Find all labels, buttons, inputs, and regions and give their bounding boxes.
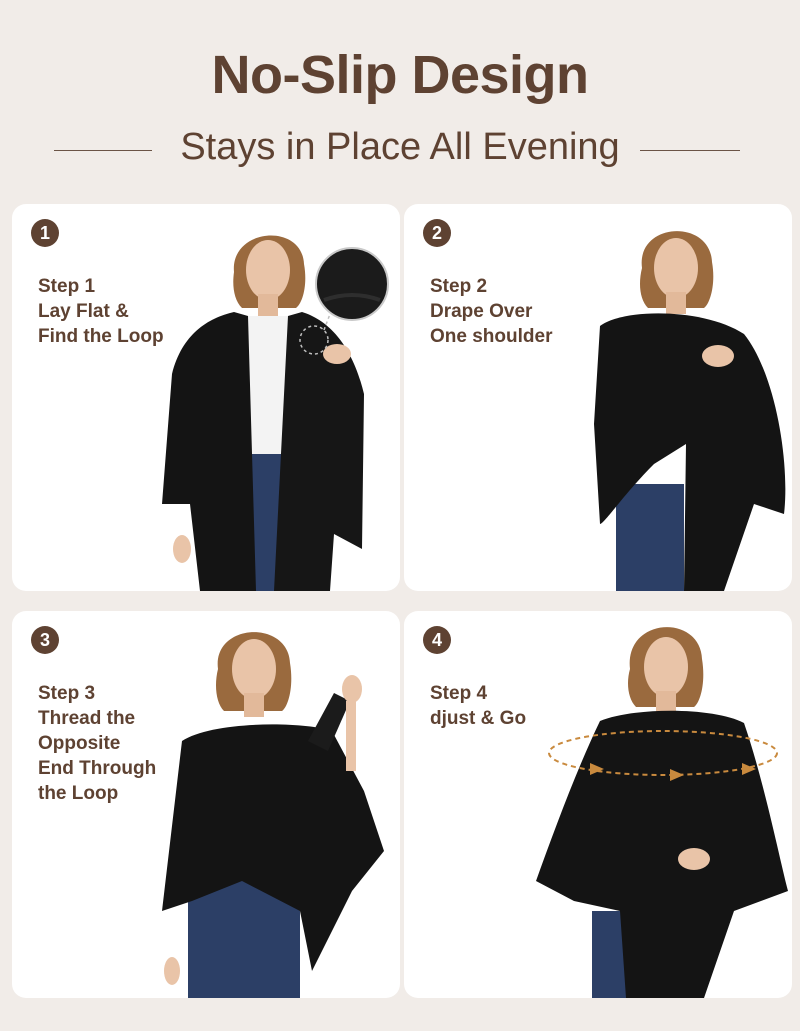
step-line: End Through [38, 758, 157, 779]
step-label: Step 2 [430, 276, 488, 297]
step-line: Thread the [38, 708, 136, 729]
subtitle-row: Stays in Place All Evening [0, 126, 800, 176]
step-line: the Loop [38, 783, 119, 804]
step-card-3: 3 Step 3 Thread the Opposite End Through… [12, 611, 400, 998]
step-label: Step 3 [38, 683, 96, 704]
step-line: Drape Over [430, 301, 533, 322]
model-photo-adjust [536, 627, 788, 998]
model-photo-lay-flat [162, 235, 389, 591]
step-instructions: Step 1 Lay Flat & Find the Loop [38, 274, 188, 349]
step-line: Find the Loop [38, 326, 164, 347]
step-instructions: Step 4 djust & Go [430, 681, 580, 731]
page-title: No-Slip Design [211, 45, 589, 105]
right-divider [640, 150, 740, 151]
step-instructions: Step 3 Thread the Opposite End Through t… [38, 681, 188, 806]
step-instructions: Step 2 Drape Over One shoulder [430, 274, 580, 349]
step-card-4: 4 Step 4 djust & Go [404, 611, 792, 998]
step-label: Step 1 [38, 276, 96, 297]
step-line: djust & Go [430, 708, 527, 729]
page-subtitle: Stays in Place All Evening [180, 126, 620, 168]
step-label: Step 4 [430, 683, 488, 704]
step-card-1: 1 Step 1 Lay Flat & Find the Loop [12, 204, 400, 591]
step-line: One shoulder [430, 326, 553, 347]
step-line: Lay Flat & [38, 301, 129, 322]
step-card-2: 2 Step 2 Drape Over One shoulder [404, 204, 792, 591]
step-line: Opposite [38, 733, 121, 754]
model-photo-drape [594, 231, 786, 591]
